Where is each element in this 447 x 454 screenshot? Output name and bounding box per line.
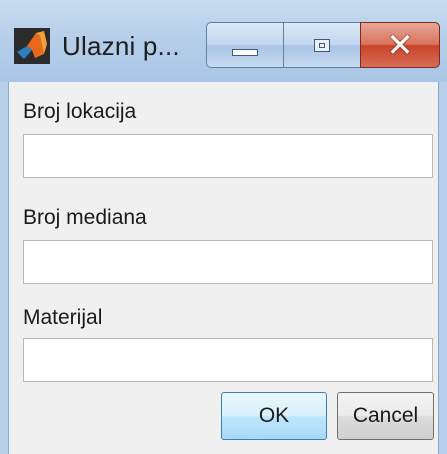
dialog-body: Broj lokacija Broj mediana Materijal OK … <box>8 82 439 454</box>
close-button[interactable]: ✕ <box>360 22 440 68</box>
field-label-broj-lokacija: Broj lokacija <box>23 100 137 123</box>
field-label-materijal: Materijal <box>23 306 103 329</box>
materijal-input[interactable] <box>23 338 433 382</box>
minimize-icon <box>232 48 258 56</box>
cancel-button[interactable]: Cancel <box>337 392 434 440</box>
maximize-button[interactable] <box>283 22 361 68</box>
ok-button[interactable]: OK <box>221 392 327 440</box>
window-frame-right <box>439 82 447 454</box>
title-bar[interactable]: Ulazni p... ✕ <box>0 0 447 82</box>
minimize-button[interactable] <box>206 22 284 68</box>
title-group: Ulazni p... <box>0 20 180 72</box>
maximize-icon <box>314 38 330 52</box>
close-icon: ✕ <box>386 26 414 64</box>
window-title: Ulazni p... <box>62 30 180 61</box>
dialog-window: Ulazni p... ✕ Broj lokacija Broj mediana… <box>0 0 447 454</box>
window-frame-left <box>0 82 8 454</box>
field-label-broj-mediana: Broj mediana <box>23 206 147 229</box>
broj-lokacija-input[interactable] <box>23 134 433 178</box>
broj-mediana-input[interactable] <box>23 240 433 284</box>
matlab-icon <box>14 28 50 64</box>
